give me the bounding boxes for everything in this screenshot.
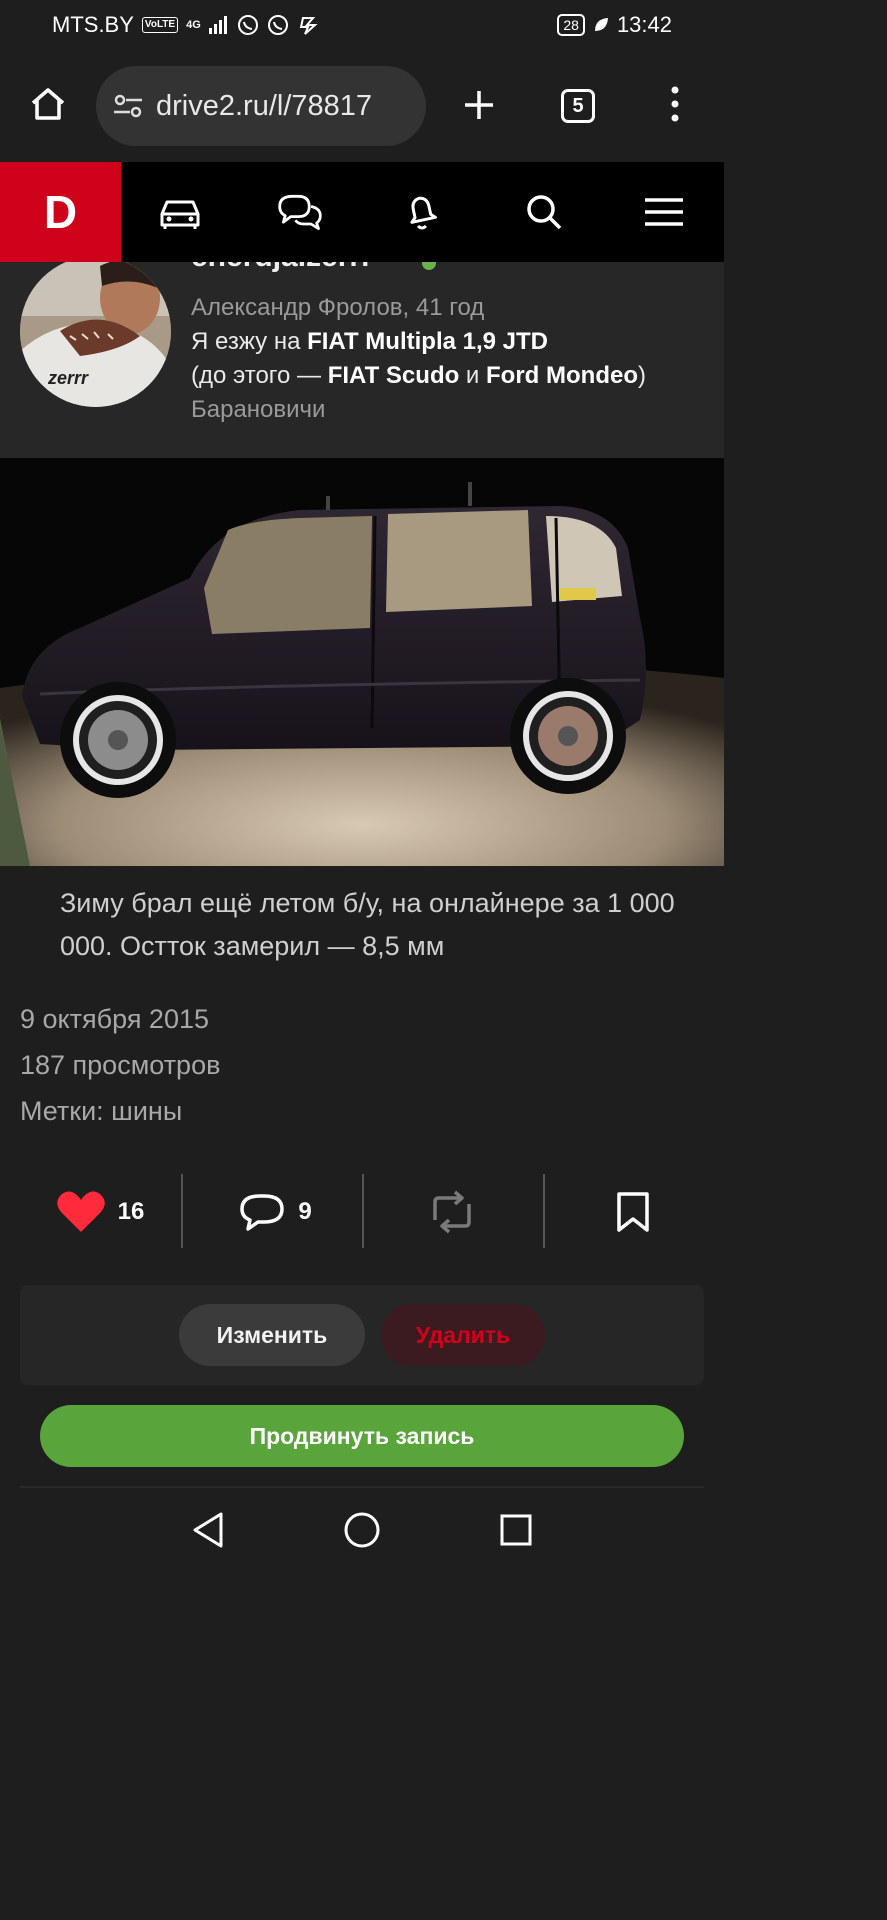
- back-button[interactable]: [186, 1508, 230, 1552]
- volte-badge: VoLTE: [141, 17, 179, 33]
- post-photo[interactable]: [0, 458, 724, 866]
- system-navigation-bar: [0, 1490, 724, 1568]
- delete-button[interactable]: Удалить: [381, 1304, 545, 1366]
- post-views: 187 просмотров: [20, 1050, 221, 1080]
- home-nav-button[interactable]: [340, 1508, 384, 1552]
- leaf-icon: [594, 18, 608, 31]
- author-city: Барановичи: [191, 396, 326, 423]
- current-car-prefix: Я езжу на: [191, 328, 308, 355]
- previous-cars-line: (до этого — FIAT Scudo и Ford Mondeo): [191, 359, 646, 393]
- tab-count: 5: [561, 89, 595, 123]
- hamburger-icon: [645, 198, 683, 226]
- viber-icon: [237, 15, 258, 35]
- bookmark-icon: [617, 1192, 649, 1232]
- clock: 13:42: [616, 12, 672, 37]
- new-tab-button[interactable]: [458, 84, 500, 126]
- tab-switcher-button[interactable]: 5: [556, 84, 600, 128]
- car-icon: [160, 200, 200, 229]
- like-button[interactable]: 16: [40, 1164, 160, 1260]
- nav-search[interactable]: [520, 188, 568, 236]
- comment-count: 9: [298, 1198, 312, 1225]
- carrier-label: MTS.BY: [52, 12, 134, 37]
- post-caption: Зиму брал ещё летом б/у, на онлайнере за…: [60, 888, 675, 961]
- like-count: 16: [117, 1198, 145, 1225]
- recents-square-icon: [500, 1514, 532, 1546]
- previous-car-link-2[interactable]: Ford Mondeo: [486, 362, 638, 389]
- bookmark-button[interactable]: [580, 1164, 686, 1260]
- bell-icon: [410, 196, 437, 230]
- current-car-line: Я езжу на FIAT Multipla 1,9 JTD: [191, 325, 548, 359]
- svg-text:zerrr: zerrr: [47, 368, 89, 388]
- chat-icon: [278, 194, 322, 230]
- owner-actions-panel: Изменить Удалить: [20, 1285, 704, 1385]
- battery-indicator: 28: [557, 14, 585, 36]
- online-indicator: [422, 262, 436, 270]
- heart-icon: [56, 1191, 105, 1232]
- signal-icon: [208, 16, 227, 34]
- plus-icon: [465, 91, 493, 119]
- more-vert-icon: [671, 86, 679, 122]
- comment-icon: [240, 1194, 285, 1231]
- repost-button[interactable]: [400, 1164, 504, 1260]
- previous-cars-prefix: (до этого —: [191, 362, 328, 389]
- nav-messages[interactable]: [276, 188, 324, 236]
- post-tags[interactable]: Метки: шины: [20, 1096, 182, 1127]
- status-bar: MTS.BY VoLTE 4G 28 13:42: [0, 0, 724, 50]
- address-bar[interactable]: drive2.ru/l/78817: [96, 66, 426, 146]
- url-text: drive2.ru/l/78817: [156, 89, 373, 122]
- site-settings-icon[interactable]: [112, 92, 144, 120]
- nav-notifications[interactable]: [398, 188, 446, 236]
- current-car-link[interactable]: FIAT Multipla 1,9 JTD: [307, 328, 548, 355]
- back-triangle-icon: [193, 1512, 223, 1548]
- browser-toolbar: drive2.ru/l/78817 5: [0, 50, 724, 162]
- post-actions: 16 9: [0, 1164, 724, 1260]
- post-date: 9 октября 2015: [20, 1004, 209, 1034]
- author-profile: zerrr enerdjaizerrr Александр Фролов, 41…: [0, 262, 724, 458]
- page-bottom-divider: [20, 1486, 704, 1488]
- comments-button[interactable]: 9: [220, 1164, 330, 1260]
- nav-cars[interactable]: [156, 188, 204, 236]
- home-circle-icon: [344, 1512, 380, 1548]
- browser-menu-button[interactable]: [660, 82, 690, 126]
- nav-menu[interactable]: [640, 188, 688, 236]
- author-name-age: Александр Фролов, 41 год: [191, 294, 485, 321]
- search-icon: [527, 195, 562, 230]
- network-label: 4G: [186, 19, 201, 31]
- action-divider: [543, 1174, 545, 1248]
- home-button[interactable]: [26, 82, 70, 126]
- username[interactable]: enerdjaizerrr: [191, 262, 373, 274]
- site-nav: D: [0, 162, 724, 262]
- recents-button[interactable]: [494, 1508, 538, 1552]
- repost-icon: [433, 1190, 471, 1234]
- action-divider: [362, 1174, 364, 1248]
- home-icon: [31, 88, 65, 120]
- promote-button[interactable]: Продвинуть запись: [40, 1405, 684, 1467]
- edit-button[interactable]: Изменить: [179, 1304, 365, 1366]
- previous-cars-suffix: ): [637, 362, 646, 389]
- action-divider: [181, 1174, 183, 1248]
- previous-cars-and: и: [459, 362, 487, 389]
- previous-car-link-1[interactable]: FIAT Scudo: [328, 362, 460, 389]
- viber-icon-2: [267, 15, 288, 35]
- drive2-logo[interactable]: D: [0, 162, 121, 262]
- avatar[interactable]: zerrr: [20, 262, 171, 407]
- app-notification-icon: [299, 17, 318, 35]
